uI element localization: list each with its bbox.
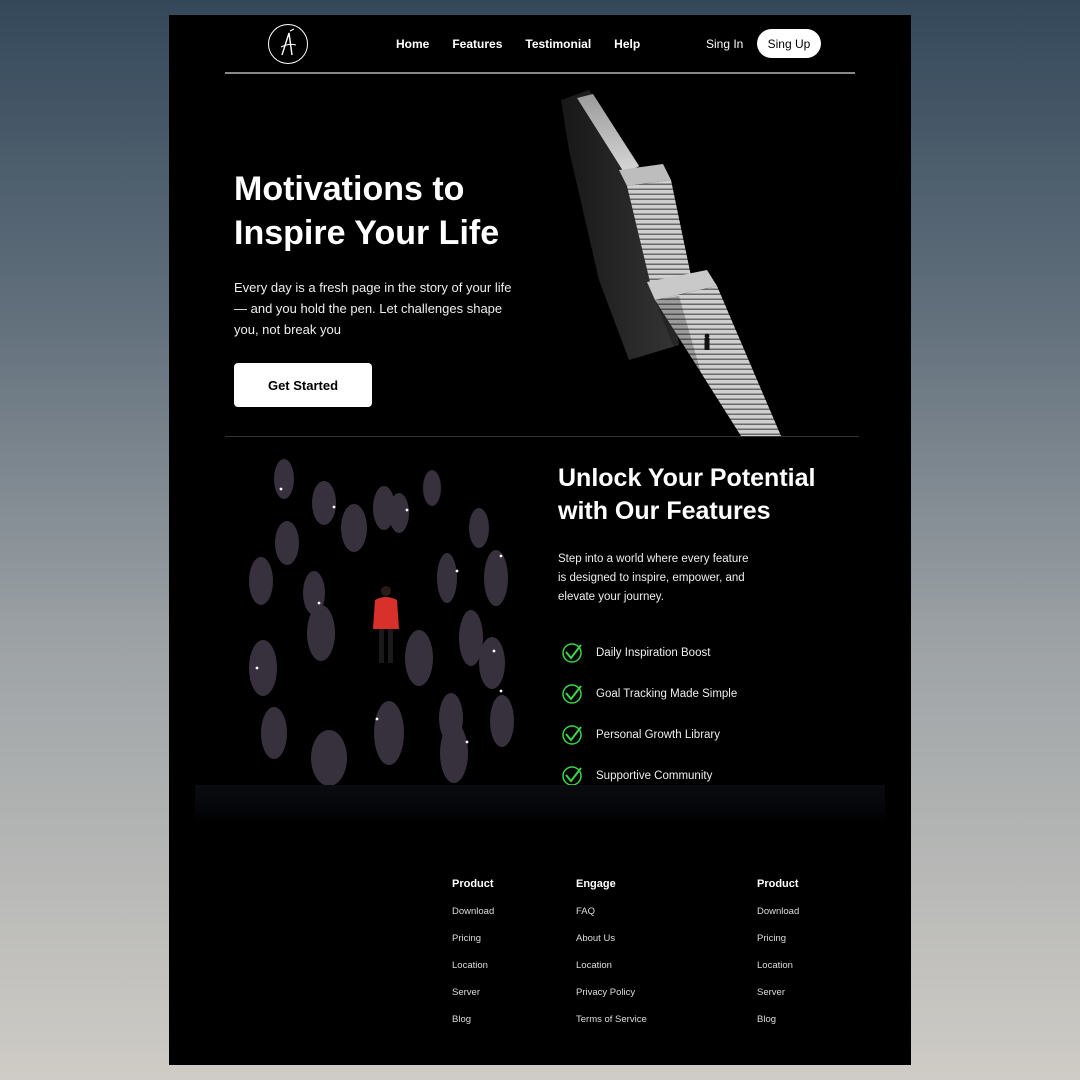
footer-link[interactable]: Terms of Service xyxy=(576,1014,647,1041)
footer-column-product-2: Product Download Pricing Location Server… xyxy=(757,878,799,1041)
sign-in-link[interactable]: Sing In xyxy=(706,37,743,51)
section-divider xyxy=(225,436,859,437)
footer-link[interactable]: Download xyxy=(452,906,494,933)
footer-link[interactable]: Pricing xyxy=(452,933,494,960)
check-icon xyxy=(562,765,582,786)
nav-testimonial[interactable]: Testimonial xyxy=(525,37,591,51)
features-list: Daily Inspiration Boost Goal Tracking Ma… xyxy=(561,632,737,796)
feature-item: Personal Growth Library xyxy=(561,714,737,755)
footer-link[interactable]: Location xyxy=(757,960,799,987)
footer-column-title: Product xyxy=(757,878,799,890)
footer-link[interactable]: Pricing xyxy=(757,933,799,960)
feature-label: Daily Inspiration Boost xyxy=(596,646,711,659)
footer-link[interactable]: Blog xyxy=(452,1014,494,1041)
logo-icon[interactable] xyxy=(268,24,308,64)
footer-column-title: Engage xyxy=(576,878,616,890)
header-divider xyxy=(225,72,855,74)
footer-link[interactable]: Blog xyxy=(757,1014,799,1041)
check-icon xyxy=(562,724,582,745)
footer-link[interactable]: Server xyxy=(452,987,494,1014)
stairs-image xyxy=(561,90,781,436)
footer-column-engage: Engage FAQ About Us Location Privacy Pol… xyxy=(576,878,647,1041)
feature-label: Supportive Community xyxy=(596,769,713,782)
hero-description: Every day is a fresh page in the story o… xyxy=(234,280,512,337)
footer-link[interactable]: Download xyxy=(757,906,799,933)
feature-label: Personal Growth Library xyxy=(596,728,720,741)
check-icon xyxy=(562,642,582,663)
landing-page: Home Features Testimonial Help Sing In S… xyxy=(169,15,911,1065)
feature-label: Goal Tracking Made Simple xyxy=(596,687,738,700)
footer-link[interactable]: Location xyxy=(576,960,647,987)
footer-link[interactable]: About Us xyxy=(576,933,647,960)
sign-up-button[interactable]: Sing Up xyxy=(757,29,821,58)
footer-column-product: Product Download Pricing Location Server… xyxy=(452,878,494,1041)
features-description: Step into a world where every feature is… xyxy=(558,553,749,603)
main-nav: Home Features Testimonial Help xyxy=(396,37,663,51)
features-title: Unlock Your Potential with Our Features xyxy=(558,464,816,525)
hero-title: Motivations to Inspire Your Life xyxy=(234,170,500,252)
footer-link[interactable]: Server xyxy=(757,987,799,1014)
footer-column-title: Product xyxy=(452,878,494,890)
feature-item: Goal Tracking Made Simple xyxy=(561,673,737,714)
nav-home[interactable]: Home xyxy=(396,37,429,51)
section-fade xyxy=(195,785,885,823)
crowd-image xyxy=(249,459,514,785)
footer-link[interactable]: FAQ xyxy=(576,906,647,933)
feature-item: Daily Inspiration Boost xyxy=(561,632,737,673)
nav-help[interactable]: Help xyxy=(614,37,640,51)
nav-features[interactable]: Features xyxy=(452,37,502,51)
footer-link[interactable]: Privacy Policy xyxy=(576,987,647,1014)
get-started-button[interactable]: Get Started xyxy=(234,363,372,407)
check-icon xyxy=(562,683,582,704)
footer-link[interactable]: Location xyxy=(452,960,494,987)
